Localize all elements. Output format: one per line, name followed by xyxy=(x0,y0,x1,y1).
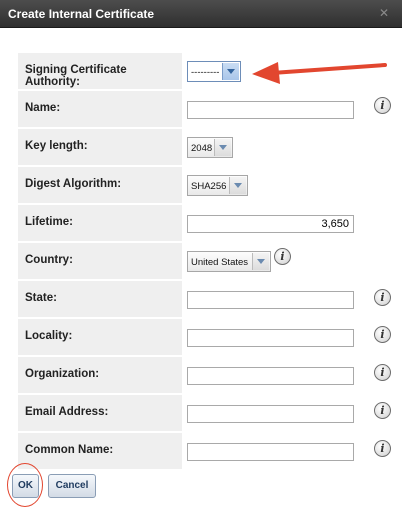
info-icon[interactable]: i xyxy=(374,289,391,306)
label-cell: Email Address: xyxy=(18,395,182,431)
signing-ca-select[interactable]: --------- xyxy=(187,61,241,82)
row-common-name: Common Name: xyxy=(18,433,380,469)
organization-label: Organization: xyxy=(25,368,100,380)
label-cell: Digest Algorithm: xyxy=(18,167,182,203)
info-icon[interactable]: i xyxy=(374,364,391,381)
label-cell: Lifetime: xyxy=(18,205,182,241)
dialog-titlebar[interactable]: Create Internal Certificate ✕ xyxy=(0,0,402,28)
signing-ca-value: --------- xyxy=(191,67,220,78)
info-icon[interactable]: i xyxy=(374,440,391,457)
email-field[interactable] xyxy=(187,405,354,423)
chevron-down-icon xyxy=(222,63,239,80)
row-country: Country: United States xyxy=(18,243,380,279)
name-field[interactable] xyxy=(187,101,354,119)
label-cell: Signing Certificate Authority: xyxy=(18,53,182,89)
country-value: United States xyxy=(191,257,249,268)
locality-label: Locality: xyxy=(25,330,73,342)
key-length-select[interactable]: 2048 xyxy=(187,137,233,158)
chevron-down-icon xyxy=(229,177,246,194)
label-cell: Name: xyxy=(18,91,182,127)
close-icon[interactable]: ✕ xyxy=(378,7,390,19)
common-name-label: Common Name: xyxy=(25,444,114,456)
chevron-down-icon xyxy=(252,253,269,270)
chevron-down-icon xyxy=(214,139,231,156)
info-icon[interactable]: i xyxy=(274,248,291,265)
digest-value: SHA256 xyxy=(191,181,227,192)
row-key-length: Key length: 2048 xyxy=(18,129,380,165)
dialog-title: Create Internal Certificate xyxy=(8,7,155,21)
country-select[interactable]: United States xyxy=(187,251,271,272)
state-field[interactable] xyxy=(187,291,354,309)
state-label: State: xyxy=(25,292,57,304)
lifetime-label: Lifetime: xyxy=(25,216,73,228)
annotation-arrow-icon xyxy=(252,62,387,84)
row-locality: Locality: xyxy=(18,319,380,355)
country-label: Country: xyxy=(25,254,73,266)
signing-ca-label: Signing Certificate Authority: xyxy=(25,64,127,88)
label-cell: Organization: xyxy=(18,357,182,393)
label-cell: State: xyxy=(18,281,182,317)
locality-field[interactable] xyxy=(187,329,354,347)
email-label: Email Address: xyxy=(25,406,109,418)
name-label: Name: xyxy=(25,102,61,114)
row-lifetime: Lifetime: xyxy=(18,205,380,241)
info-icon[interactable]: i xyxy=(374,326,391,343)
info-icon[interactable]: i xyxy=(374,97,391,114)
digest-select[interactable]: SHA256 xyxy=(187,175,248,196)
row-state: State: xyxy=(18,281,380,317)
label-cell: Key length: xyxy=(18,129,182,165)
row-digest: Digest Algorithm: SHA256 xyxy=(18,167,380,203)
info-icon[interactable]: i xyxy=(374,402,391,419)
key-length-value: 2048 xyxy=(191,143,213,154)
create-certificate-dialog: Create Internal Certificate ✕ Signing Ce… xyxy=(0,0,402,508)
label-cell: Country: xyxy=(18,243,182,279)
label-cell: Common Name: xyxy=(18,433,182,469)
common-name-field[interactable] xyxy=(187,443,354,461)
digest-label: Digest Algorithm: xyxy=(25,178,122,190)
cancel-button[interactable]: Cancel xyxy=(48,474,96,498)
key-length-label: Key length: xyxy=(25,140,88,152)
label-cell: Locality: xyxy=(18,319,182,355)
lifetime-field[interactable] xyxy=(187,215,354,233)
ok-button[interactable]: OK xyxy=(12,474,39,498)
row-organization: Organization: xyxy=(18,357,380,393)
row-email: Email Address: xyxy=(18,395,380,431)
row-name: Name: xyxy=(18,91,380,127)
organization-field[interactable] xyxy=(187,367,354,385)
